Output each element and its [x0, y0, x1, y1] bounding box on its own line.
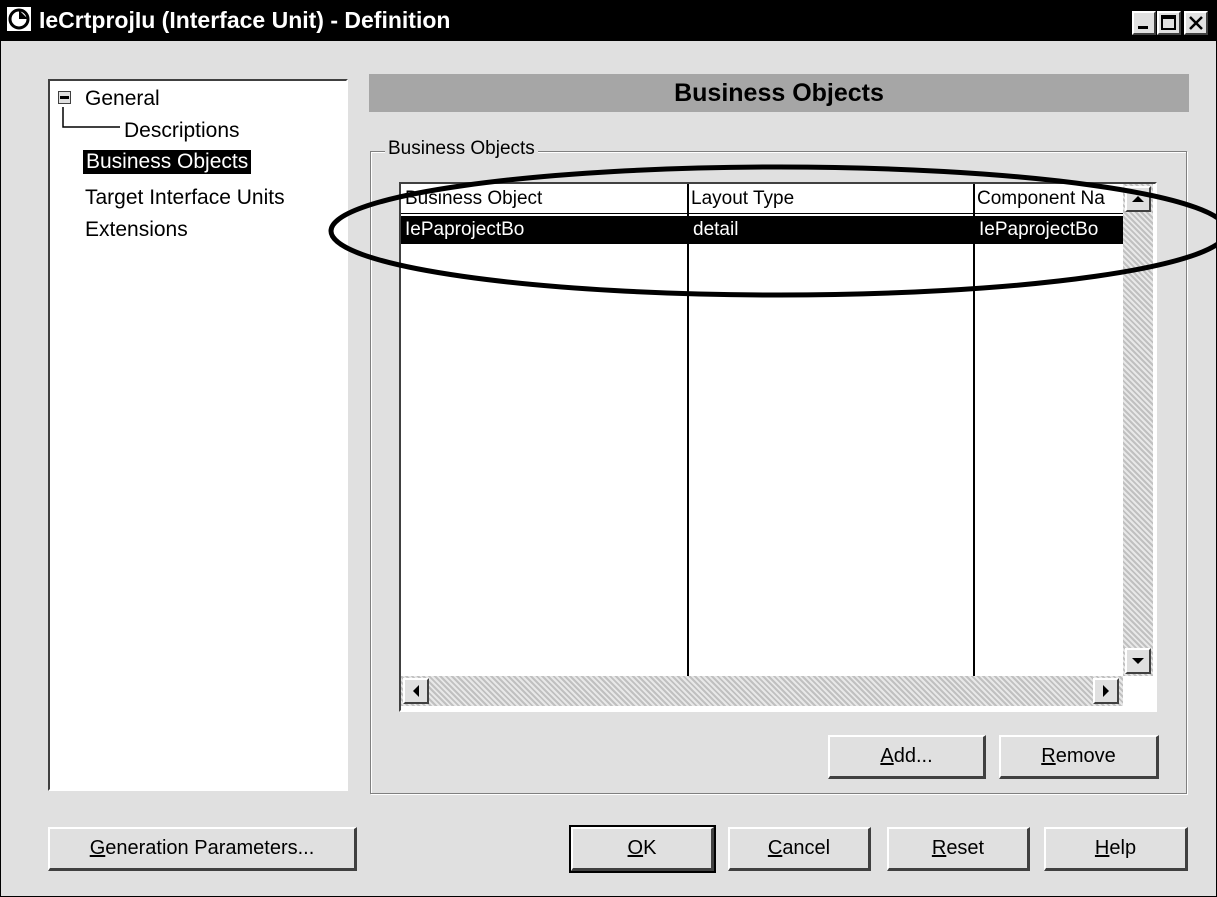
ok-button[interactable]: OK	[569, 825, 716, 873]
horizontal-scrollbar[interactable]	[401, 676, 1123, 706]
cancel-button[interactable]: Cancel	[728, 827, 871, 871]
add-button[interactable]: Add...	[828, 735, 986, 779]
column-divider	[687, 184, 689, 676]
definition-window: IeCrtprojIu (Interface Unit) - Definitio…	[0, 0, 1217, 897]
scroll-left-button[interactable]	[403, 678, 429, 704]
navigation-tree: General Descriptions Business Objects Ta…	[48, 79, 348, 791]
business-objects-grid[interactable]: Business Object Layout Type Component Na…	[399, 182, 1157, 712]
column-divider	[973, 184, 975, 676]
remove-button[interactable]: Remove	[999, 735, 1159, 779]
column-header-business-object[interactable]: Business Object	[401, 184, 687, 214]
help-button[interactable]: Help	[1044, 827, 1188, 871]
table-cell-business-object[interactable]: IePaprojectBo	[401, 216, 687, 244]
scroll-down-button[interactable]	[1125, 648, 1151, 674]
minimize-button[interactable]	[1132, 11, 1156, 35]
collapse-icon[interactable]	[58, 91, 71, 104]
group-label: Business Objects	[385, 138, 538, 160]
scroll-up-button[interactable]	[1125, 186, 1151, 212]
vertical-scrollbar[interactable]	[1123, 184, 1153, 676]
maximize-button[interactable]	[1157, 11, 1181, 35]
tree-item-business-objects[interactable]: Business Objects	[83, 150, 252, 174]
column-header-component-name[interactable]: Component Na	[973, 184, 1123, 214]
tree-item-target-interface-units[interactable]: Target Interface Units	[85, 186, 285, 210]
maximize-icon	[1161, 15, 1176, 30]
tree-connector	[62, 107, 120, 128]
window-title: IeCrtprojIu (Interface Unit) - Definitio…	[39, 7, 451, 33]
arrow-down-icon	[1132, 658, 1144, 664]
table-cell-component-name[interactable]: IePaprojectBo	[975, 216, 1123, 244]
generation-parameters-button[interactable]: Generation Parameters...	[48, 827, 357, 871]
arrow-up-icon	[1132, 196, 1144, 202]
arrow-left-icon	[413, 685, 419, 697]
scroll-right-button[interactable]	[1093, 678, 1119, 704]
column-header-layout-type[interactable]: Layout Type	[687, 184, 973, 214]
tree-item-descriptions[interactable]: Descriptions	[124, 119, 240, 143]
reset-button[interactable]: Reset	[887, 827, 1030, 871]
arrow-right-icon	[1103, 685, 1109, 697]
minimize-icon	[1138, 26, 1148, 29]
tree-item-extensions[interactable]: Extensions	[85, 218, 188, 242]
close-icon	[1189, 16, 1203, 30]
table-cell-layout-type[interactable]: detail	[689, 216, 973, 244]
close-button[interactable]	[1184, 11, 1208, 35]
panel-header: Business Objects	[369, 74, 1189, 112]
title-bar[interactable]: IeCrtprojIu (Interface Unit) - Definitio…	[1, 1, 1216, 41]
app-icon	[7, 7, 31, 31]
